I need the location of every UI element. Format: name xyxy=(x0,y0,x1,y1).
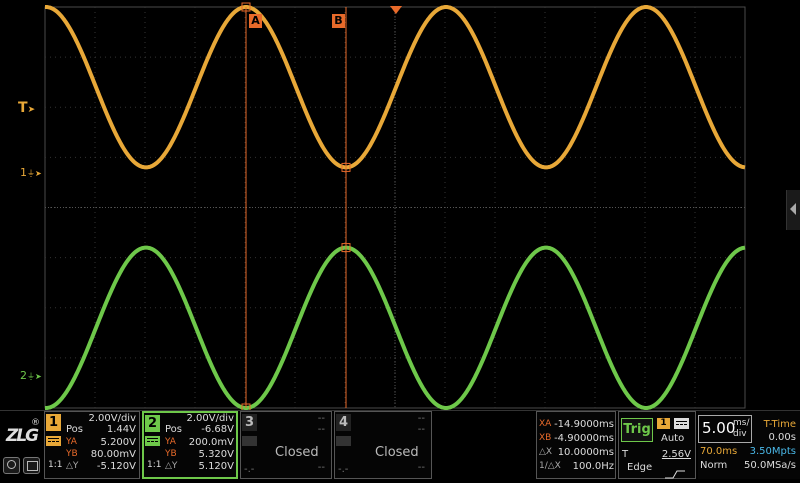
chevron-left-icon xyxy=(790,203,796,215)
ch1-ya-label: YA xyxy=(66,437,77,447)
ch1-pos-label: Pos xyxy=(66,424,84,435)
ch4-panel[interactable]: 4 -- -- Closed -.- -- xyxy=(334,411,432,479)
ch2-yb-value: 5.320V xyxy=(198,449,234,460)
ch2-yb-label: YB xyxy=(165,449,177,459)
logo: ZLG ® xyxy=(2,418,44,478)
ch1-offset-label: 1 xyxy=(20,166,27,179)
trigger-mode: Auto xyxy=(661,433,685,444)
ch2-scale: 2.00V/div xyxy=(186,413,234,424)
trigger-level-label: T xyxy=(18,100,28,116)
ground-arrow-icon: ⏚➤ xyxy=(27,372,42,381)
ch1-probe-ratio: 1:1 xyxy=(48,460,63,470)
image-icon xyxy=(27,461,38,471)
sample-rate: 50.0MSa/s xyxy=(744,460,796,471)
inv-dx-label: 1/△X xyxy=(539,461,561,471)
cursor-a-tag[interactable]: A xyxy=(249,14,262,28)
timebase-box[interactable]: 5.00 ms/ div xyxy=(698,415,752,443)
trigger-type: Edge xyxy=(627,462,653,473)
ch3-panel[interactable]: 3 -- -- Closed -.- -- xyxy=(240,411,332,479)
ch1-number: 1 xyxy=(46,414,61,431)
home-button[interactable] xyxy=(3,457,20,474)
memory-depth: 3.50Mpts xyxy=(749,446,796,457)
ch2-dy-value: 5.120V xyxy=(198,461,234,472)
ch3-bottom-dash: -.- xyxy=(244,464,255,475)
dx-label: △X xyxy=(539,447,553,457)
ch2-dc-coupling-icon xyxy=(145,436,160,446)
ch1-pos-value: 1.44V xyxy=(106,424,136,435)
ch3-pos-dash: -- xyxy=(317,424,325,435)
cursor-b-tag[interactable]: B xyxy=(332,14,345,28)
ch2-number: 2 xyxy=(145,415,160,432)
waveform-canvas[interactable] xyxy=(0,0,800,413)
ch4-status: Closed xyxy=(375,445,419,460)
ch2-offset-marker[interactable]: 2⏚➤ xyxy=(20,369,42,382)
ch2-panel[interactable]: 2 2.00V/div Pos -6.68V YA 200.0mV YB 5.3… xyxy=(142,411,238,479)
ch3-number: 3 xyxy=(242,414,257,431)
ch4-bottom-dash: -.- xyxy=(338,464,349,475)
cursor-readout-panel[interactable]: XA -14.9000ms XB -4.90000ms △X 10.0000ms… xyxy=(536,411,616,479)
ch1-ya-value: 5.200V xyxy=(100,437,136,448)
time-mode-label: T-Time xyxy=(763,419,796,430)
logo-text: ZLG xyxy=(6,426,39,446)
rising-edge-icon xyxy=(665,464,685,479)
ground-arrow-icon: ⏚➤ xyxy=(27,169,42,178)
timebase-unit-top: ms/ xyxy=(733,418,750,428)
magnifier-icon xyxy=(7,460,16,469)
registered-mark: ® xyxy=(31,418,40,428)
trigger-source: 1 xyxy=(657,418,670,429)
ch1-yb-value: 80.00mV xyxy=(90,449,136,460)
ch2-dy-label: △Y xyxy=(165,461,178,471)
timebase-value: 5.00 xyxy=(702,419,736,437)
ch1-dc-coupling-icon xyxy=(46,436,61,446)
ch1-dy-label: △Y xyxy=(66,461,79,471)
ch4-dy-dash: -- xyxy=(417,462,425,473)
ch4-scale-dash: -- xyxy=(417,413,425,424)
horizontal-delay: 70.0ms xyxy=(700,446,738,457)
trigger-panel[interactable]: Trig 1 Auto T 2.56V Edge xyxy=(618,411,696,479)
trigger-level-marker[interactable]: T➤ xyxy=(18,100,35,116)
cursors xyxy=(241,2,351,413)
ch2-pos-label: Pos xyxy=(165,424,183,435)
ch1-yb-label: YB xyxy=(66,449,78,459)
dx-value: 10.0000ms xyxy=(557,447,614,458)
ch1-offset-marker[interactable]: 1⏚➤ xyxy=(20,166,42,179)
ch2-ya-value: 200.0mV xyxy=(188,437,234,448)
side-menu-toggle[interactable] xyxy=(786,190,800,230)
timebase-unit-bottom: div xyxy=(733,429,747,439)
xb-value: -4.90000ms xyxy=(554,433,614,444)
ch4-pos-dash: -- xyxy=(417,424,425,435)
ch1-panel[interactable]: 1 2.00V/div Pos 1.44V YA 5.200V YB 80.00… xyxy=(44,411,140,479)
ch3-coupling-icon xyxy=(242,436,257,446)
acquisition-mode: Norm xyxy=(700,460,728,471)
ch4-coupling-icon xyxy=(336,436,351,446)
trig-status: Trig xyxy=(621,418,653,442)
xb-label: XB xyxy=(539,433,552,443)
xa-label: XA xyxy=(539,419,552,429)
screenshot-button[interactable] xyxy=(23,457,40,474)
trigger-level-label: T xyxy=(622,449,629,460)
dc-coupling-icon xyxy=(674,418,689,429)
ch4-number: 4 xyxy=(336,414,351,431)
ch3-dy-dash: -- xyxy=(317,462,325,473)
trigger-level: 2.56V xyxy=(661,449,691,460)
graticule xyxy=(44,6,746,409)
inv-dx-value: 100.0Hz xyxy=(572,461,614,472)
waveform-display[interactable]: A B T➤ 1⏚➤ 2⏚➤ xyxy=(0,0,800,413)
time-mode-value: 0.00s xyxy=(768,432,796,443)
trigger-position-marker-icon[interactable] xyxy=(390,6,402,14)
ch3-status: Closed xyxy=(275,445,319,460)
ch2-probe-ratio: 1:1 xyxy=(147,460,162,470)
ch2-pos-value: -6.68V xyxy=(201,424,234,435)
ch2-offset-label: 2 xyxy=(20,369,27,382)
ch3-scale-dash: -- xyxy=(317,413,325,424)
ch2-ya-label: YA xyxy=(165,437,176,447)
xa-value: -14.9000ms xyxy=(554,419,614,430)
ch1-scale: 2.00V/div xyxy=(88,413,136,424)
ch1-dy-value: -5.120V xyxy=(96,461,136,472)
timebase-panel[interactable]: 5.00 ms/ div T-Time 0.00s 70.0ms 3.50Mpt… xyxy=(698,411,800,479)
arrow-right-icon: ➤ xyxy=(27,105,36,115)
